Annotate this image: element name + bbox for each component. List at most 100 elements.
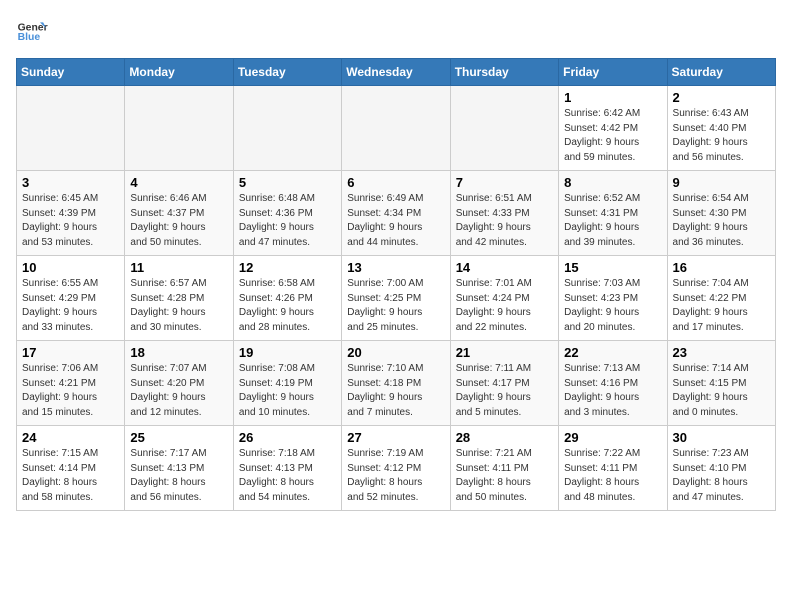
day-number: 23 xyxy=(673,345,770,360)
day-cell: 18 Sunrise: 7:07 AMSunset: 4:20 PMDayligh… xyxy=(125,341,233,426)
day-info: Sunrise: 7:04 AMSunset: 4:22 PMDaylight:… xyxy=(673,277,770,335)
svg-text:Blue: Blue xyxy=(18,32,41,43)
day-cell: 17Sunrise: 7:06 AMSunset: 4:21 PMDayligh… xyxy=(17,341,125,426)
week-row-5: 24 Sunrise: 7:15 AMSunset: 4:14 PMDayligh… xyxy=(17,426,776,511)
day-cell: 8 Sunrise: 6:52 AMSunset: 4:31 PMDaylight… xyxy=(559,171,667,256)
calendar-table: SundayMondayTuesdayWednesdayThursdayFrid… xyxy=(16,58,776,511)
day-number: 11 xyxy=(130,260,227,275)
day-number: 3 xyxy=(22,175,119,190)
day-cell: 9 Sunrise: 6:54 AMSunset: 4:30 PMDaylight… xyxy=(667,171,775,256)
day-info: Sunrise: 6:49 AMSunset: 4:34 PMDaylight:… xyxy=(347,192,444,250)
day-cell: 19 Sunrise: 7:08 AMSunset: 4:19 PMDayligh… xyxy=(233,341,341,426)
day-cell: 23Sunrise: 7:14 AMSunset: 4:15 PMDayligh… xyxy=(667,341,775,426)
day-cell: 4 Sunrise: 6:46 AMSunset: 4:37 PMDaylight… xyxy=(125,171,233,256)
day-number: 5 xyxy=(239,175,336,190)
column-header-saturday: Saturday xyxy=(667,59,775,86)
day-info: Sunrise: 6:45 AMSunset: 4:39 PMDaylight:… xyxy=(22,192,119,250)
day-cell: 30 Sunrise: 7:23 AMSunset: 4:10 PMDayligh… xyxy=(667,426,775,511)
logo-icon: General Blue xyxy=(16,16,48,48)
day-info: Sunrise: 7:22 AMSunset: 4:11 PMDaylight:… xyxy=(564,447,661,505)
column-header-thursday: Thursday xyxy=(450,59,558,86)
day-cell: 3 Sunrise: 6:45 AMSunset: 4:39 PMDaylight… xyxy=(17,171,125,256)
day-cell xyxy=(450,86,558,171)
day-number: 4 xyxy=(130,175,227,190)
day-info: Sunrise: 6:46 AMSunset: 4:37 PMDaylight:… xyxy=(130,192,227,250)
day-number: 7 xyxy=(456,175,553,190)
day-cell: 11 Sunrise: 6:57 AMSunset: 4:28 PMDayligh… xyxy=(125,256,233,341)
day-info: Sunrise: 7:15 AMSunset: 4:14 PMDaylight:… xyxy=(22,447,119,505)
day-info: Sunrise: 7:03 AMSunset: 4:23 PMDaylight:… xyxy=(564,277,661,335)
day-cell: 26Sunrise: 7:18 AMSunset: 4:13 PMDayligh… xyxy=(233,426,341,511)
day-cell: 7 Sunrise: 6:51 AMSunset: 4:33 PMDaylight… xyxy=(450,171,558,256)
day-number: 28 xyxy=(456,430,553,445)
day-cell: 10 Sunrise: 6:55 AMSunset: 4:29 PMDayligh… xyxy=(17,256,125,341)
day-info: Sunrise: 7:06 AMSunset: 4:21 PMDaylight:… xyxy=(22,362,119,420)
day-info: Sunrise: 6:43 AMSunset: 4:40 PMDaylight:… xyxy=(673,107,770,165)
day-info: Sunrise: 6:58 AMSunset: 4:26 PMDaylight:… xyxy=(239,277,336,335)
day-info: Sunrise: 7:08 AMSunset: 4:19 PMDaylight:… xyxy=(239,362,336,420)
day-info: Sunrise: 6:52 AMSunset: 4:31 PMDaylight:… xyxy=(564,192,661,250)
day-cell: 25 Sunrise: 7:17 AMSunset: 4:13 PMDayligh… xyxy=(125,426,233,511)
day-number: 24 xyxy=(22,430,119,445)
day-info: Sunrise: 6:57 AMSunset: 4:28 PMDaylight:… xyxy=(130,277,227,335)
day-cell: 12Sunrise: 6:58 AMSunset: 4:26 PMDayligh… xyxy=(233,256,341,341)
column-header-wednesday: Wednesday xyxy=(342,59,450,86)
column-header-monday: Monday xyxy=(125,59,233,86)
day-info: Sunrise: 7:21 AMSunset: 4:11 PMDaylight:… xyxy=(456,447,553,505)
day-number: 8 xyxy=(564,175,661,190)
day-info: Sunrise: 7:11 AMSunset: 4:17 PMDaylight:… xyxy=(456,362,553,420)
day-number: 16 xyxy=(673,260,770,275)
column-header-friday: Friday xyxy=(559,59,667,86)
day-cell: 28 Sunrise: 7:21 AMSunset: 4:11 PMDayligh… xyxy=(450,426,558,511)
day-info: Sunrise: 7:01 AMSunset: 4:24 PMDaylight:… xyxy=(456,277,553,335)
day-cell xyxy=(17,86,125,171)
day-info: Sunrise: 6:55 AMSunset: 4:29 PMDaylight:… xyxy=(22,277,119,335)
day-cell: 2Sunrise: 6:43 AMSunset: 4:40 PMDaylight… xyxy=(667,86,775,171)
day-number: 22 xyxy=(564,345,661,360)
day-number: 25 xyxy=(130,430,227,445)
column-header-tuesday: Tuesday xyxy=(233,59,341,86)
day-cell: 15 Sunrise: 7:03 AMSunset: 4:23 PMDayligh… xyxy=(559,256,667,341)
day-info: Sunrise: 7:18 AMSunset: 4:13 PMDaylight:… xyxy=(239,447,336,505)
day-number: 1 xyxy=(564,90,661,105)
day-cell: 29 Sunrise: 7:22 AMSunset: 4:11 PMDayligh… xyxy=(559,426,667,511)
day-info: Sunrise: 6:54 AMSunset: 4:30 PMDaylight:… xyxy=(673,192,770,250)
day-number: 27 xyxy=(347,430,444,445)
day-number: 19 xyxy=(239,345,336,360)
day-cell: 22 Sunrise: 7:13 AMSunset: 4:16 PMDayligh… xyxy=(559,341,667,426)
week-row-2: 3 Sunrise: 6:45 AMSunset: 4:39 PMDaylight… xyxy=(17,171,776,256)
day-info: Sunrise: 7:07 AMSunset: 4:20 PMDaylight:… xyxy=(130,362,227,420)
day-info: Sunrise: 7:19 AMSunset: 4:12 PMDaylight:… xyxy=(347,447,444,505)
day-number: 15 xyxy=(564,260,661,275)
day-number: 9 xyxy=(673,175,770,190)
day-cell: 6 Sunrise: 6:49 AMSunset: 4:34 PMDaylight… xyxy=(342,171,450,256)
day-cell: 27 Sunrise: 7:19 AMSunset: 4:12 PMDayligh… xyxy=(342,426,450,511)
day-number: 18 xyxy=(130,345,227,360)
day-number: 13 xyxy=(347,260,444,275)
day-info: Sunrise: 7:17 AMSunset: 4:13 PMDaylight:… xyxy=(130,447,227,505)
day-number: 30 xyxy=(673,430,770,445)
day-cell xyxy=(125,86,233,171)
column-header-sunday: Sunday xyxy=(17,59,125,86)
day-cell xyxy=(342,86,450,171)
logo: General Blue xyxy=(16,16,48,48)
day-cell: 1Sunrise: 6:42 AMSunset: 4:42 PMDaylight… xyxy=(559,86,667,171)
day-cell xyxy=(233,86,341,171)
day-info: Sunrise: 6:51 AMSunset: 4:33 PMDaylight:… xyxy=(456,192,553,250)
day-cell: 5 Sunrise: 6:48 AMSunset: 4:36 PMDaylight… xyxy=(233,171,341,256)
day-number: 6 xyxy=(347,175,444,190)
day-cell: 14Sunrise: 7:01 AMSunset: 4:24 PMDayligh… xyxy=(450,256,558,341)
week-row-1: 1Sunrise: 6:42 AMSunset: 4:42 PMDaylight… xyxy=(17,86,776,171)
week-row-4: 17Sunrise: 7:06 AMSunset: 4:21 PMDayligh… xyxy=(17,341,776,426)
day-cell: 21 Sunrise: 7:11 AMSunset: 4:17 PMDayligh… xyxy=(450,341,558,426)
day-info: Sunrise: 7:23 AMSunset: 4:10 PMDaylight:… xyxy=(673,447,770,505)
day-cell: 24 Sunrise: 7:15 AMSunset: 4:14 PMDayligh… xyxy=(17,426,125,511)
day-info: Sunrise: 7:00 AMSunset: 4:25 PMDaylight:… xyxy=(347,277,444,335)
day-info: Sunrise: 7:13 AMSunset: 4:16 PMDaylight:… xyxy=(564,362,661,420)
calendar-header-row: SundayMondayTuesdayWednesdayThursdayFrid… xyxy=(17,59,776,86)
day-number: 29 xyxy=(564,430,661,445)
day-number: 21 xyxy=(456,345,553,360)
day-info: Sunrise: 6:48 AMSunset: 4:36 PMDaylight:… xyxy=(239,192,336,250)
day-number: 10 xyxy=(22,260,119,275)
day-cell: 20Sunrise: 7:10 AMSunset: 4:18 PMDayligh… xyxy=(342,341,450,426)
